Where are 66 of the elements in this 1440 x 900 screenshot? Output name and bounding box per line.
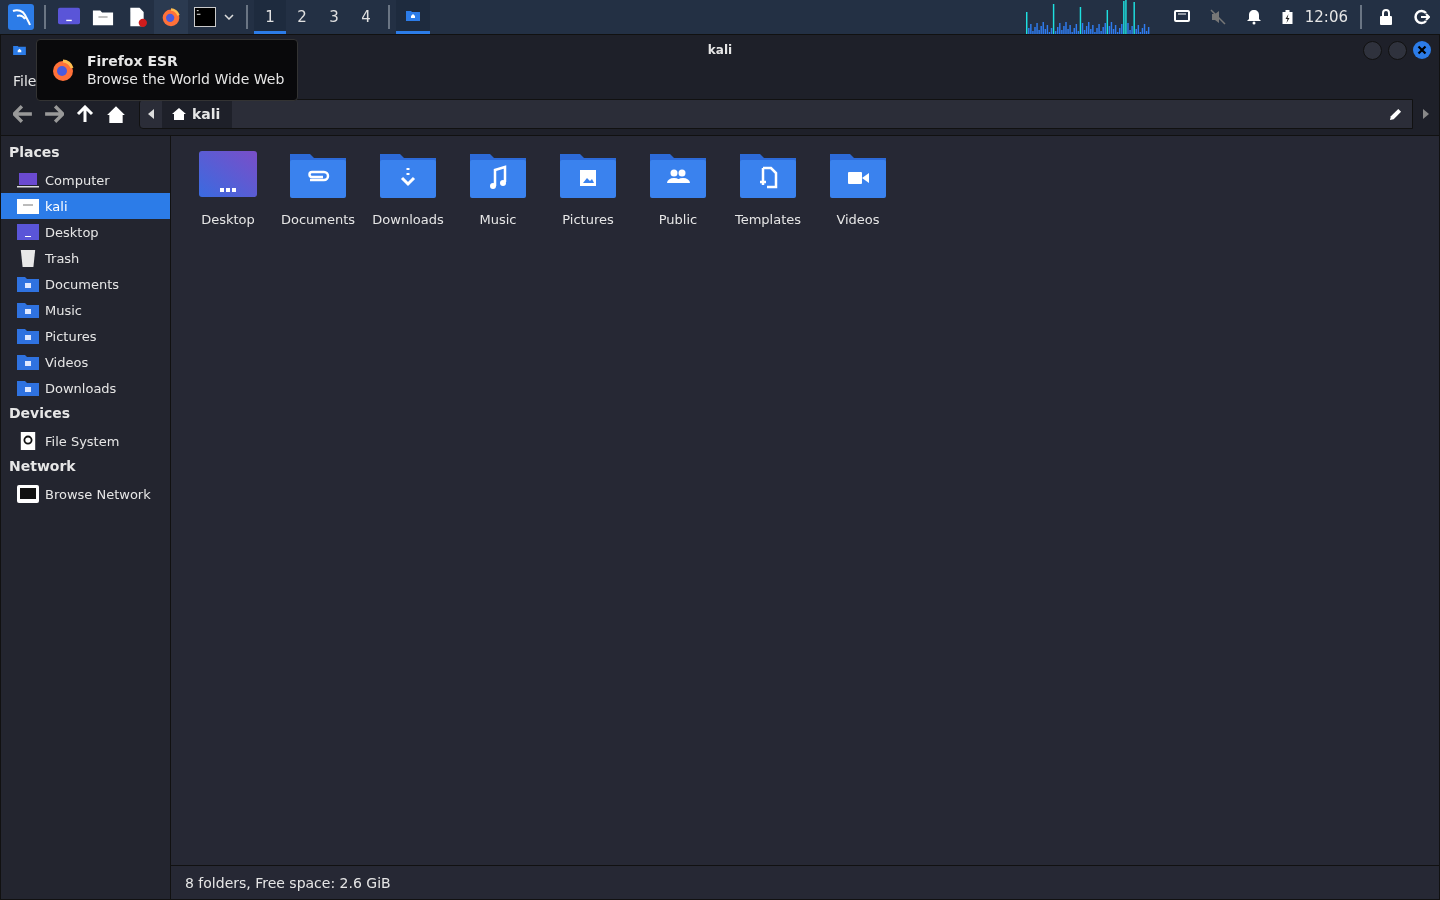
folder-item[interactable]: Pictures <box>543 150 633 227</box>
laptop-icon <box>17 171 39 189</box>
path-button[interactable]: kali <box>162 100 233 128</box>
sidebar-item[interactable]: Downloads <box>1 375 170 401</box>
sidebar-item[interactable]: File System <box>1 428 170 454</box>
folder-item[interactable]: Desktop <box>183 150 273 227</box>
workspace-button[interactable]: 3 <box>318 0 350 34</box>
folder-icon <box>17 275 39 293</box>
folder-icon <box>17 197 39 215</box>
sidebar-item[interactable]: Computer <box>1 167 170 193</box>
tooltip-title: Firefox ESR <box>87 53 179 69</box>
firefox-icon <box>51 58 75 82</box>
clock[interactable]: 12:06 <box>1304 8 1348 26</box>
workspace-button[interactable]: 1 <box>254 0 286 34</box>
close-button[interactable] <box>1413 40 1431 59</box>
up-icon[interactable] <box>75 105 95 123</box>
folder-item[interactable]: Documents <box>273 150 363 227</box>
desktop-icon <box>17 223 39 241</box>
home-icon <box>172 108 186 120</box>
muted-speaker-icon[interactable] <box>1209 9 1226 25</box>
folder-icon <box>17 301 39 319</box>
folder-item[interactable]: Music <box>453 150 543 227</box>
folder-icon <box>17 353 39 371</box>
folder-item[interactable]: Public <box>633 150 723 227</box>
taskbar-window-button[interactable] <box>396 0 430 34</box>
folder-item[interactable]: Downloads <box>363 150 453 227</box>
network-icon <box>17 485 39 503</box>
folder-item[interactable]: Videos <box>813 150 903 227</box>
menu-item[interactable]: File <box>13 73 37 89</box>
desktop-icon <box>198 150 258 200</box>
sidebar-heading: Devices <box>8 404 72 423</box>
sidebar-item[interactable]: Pictures <box>1 323 170 349</box>
folder-icon <box>13 45 26 55</box>
left-arrow-icon[interactable] <box>148 109 154 119</box>
back-icon[interactable] <box>13 105 33 123</box>
bell-icon[interactable] <box>1245 9 1262 25</box>
window-title: kali <box>707 43 733 57</box>
sidebar-item[interactable]: Trash <box>1 245 170 271</box>
sidebar-item[interactable]: Desktop <box>1 219 170 245</box>
dropdown-icon[interactable] <box>224 14 234 20</box>
network-icon[interactable] <box>1173 9 1190 25</box>
desktop-icon[interactable] <box>58 7 80 27</box>
folder-icon <box>17 379 39 397</box>
tooltip-text: Browse the World Wide Web <box>87 71 285 87</box>
sidebar-heading: Places <box>8 143 61 162</box>
edit-icon[interactable] <box>1389 107 1402 121</box>
right-arrow-icon[interactable] <box>1423 109 1429 119</box>
folder-item[interactable]: Templates <box>723 150 813 227</box>
home-icon[interactable] <box>106 105 126 123</box>
sidebar-item[interactable]: Music <box>1 297 170 323</box>
status-bar: 8 folders, Free space: 2.6 GiB <box>171 865 1439 899</box>
lock-icon[interactable] <box>1378 9 1394 25</box>
terminal-icon[interactable] <box>194 7 216 27</box>
workspace-button[interactable]: 4 <box>350 0 382 34</box>
sidebar-heading: Network <box>8 457 77 476</box>
workspace-button[interactable]: 2 <box>286 0 318 34</box>
logout-icon[interactable] <box>1414 9 1430 25</box>
folder-icon <box>406 10 420 21</box>
folder-icon <box>17 327 39 345</box>
sidebar-item[interactable]: Documents <box>1 271 170 297</box>
sidebar-item[interactable]: Browse Network <box>1 481 170 507</box>
forward-icon[interactable] <box>44 105 64 123</box>
sidebar-item[interactable]: Videos <box>1 349 170 375</box>
firefox-icon[interactable] <box>160 7 182 27</box>
battery-icon[interactable] <box>1281 10 1293 24</box>
sidebar-item[interactable]: kali <box>1 193 170 219</box>
